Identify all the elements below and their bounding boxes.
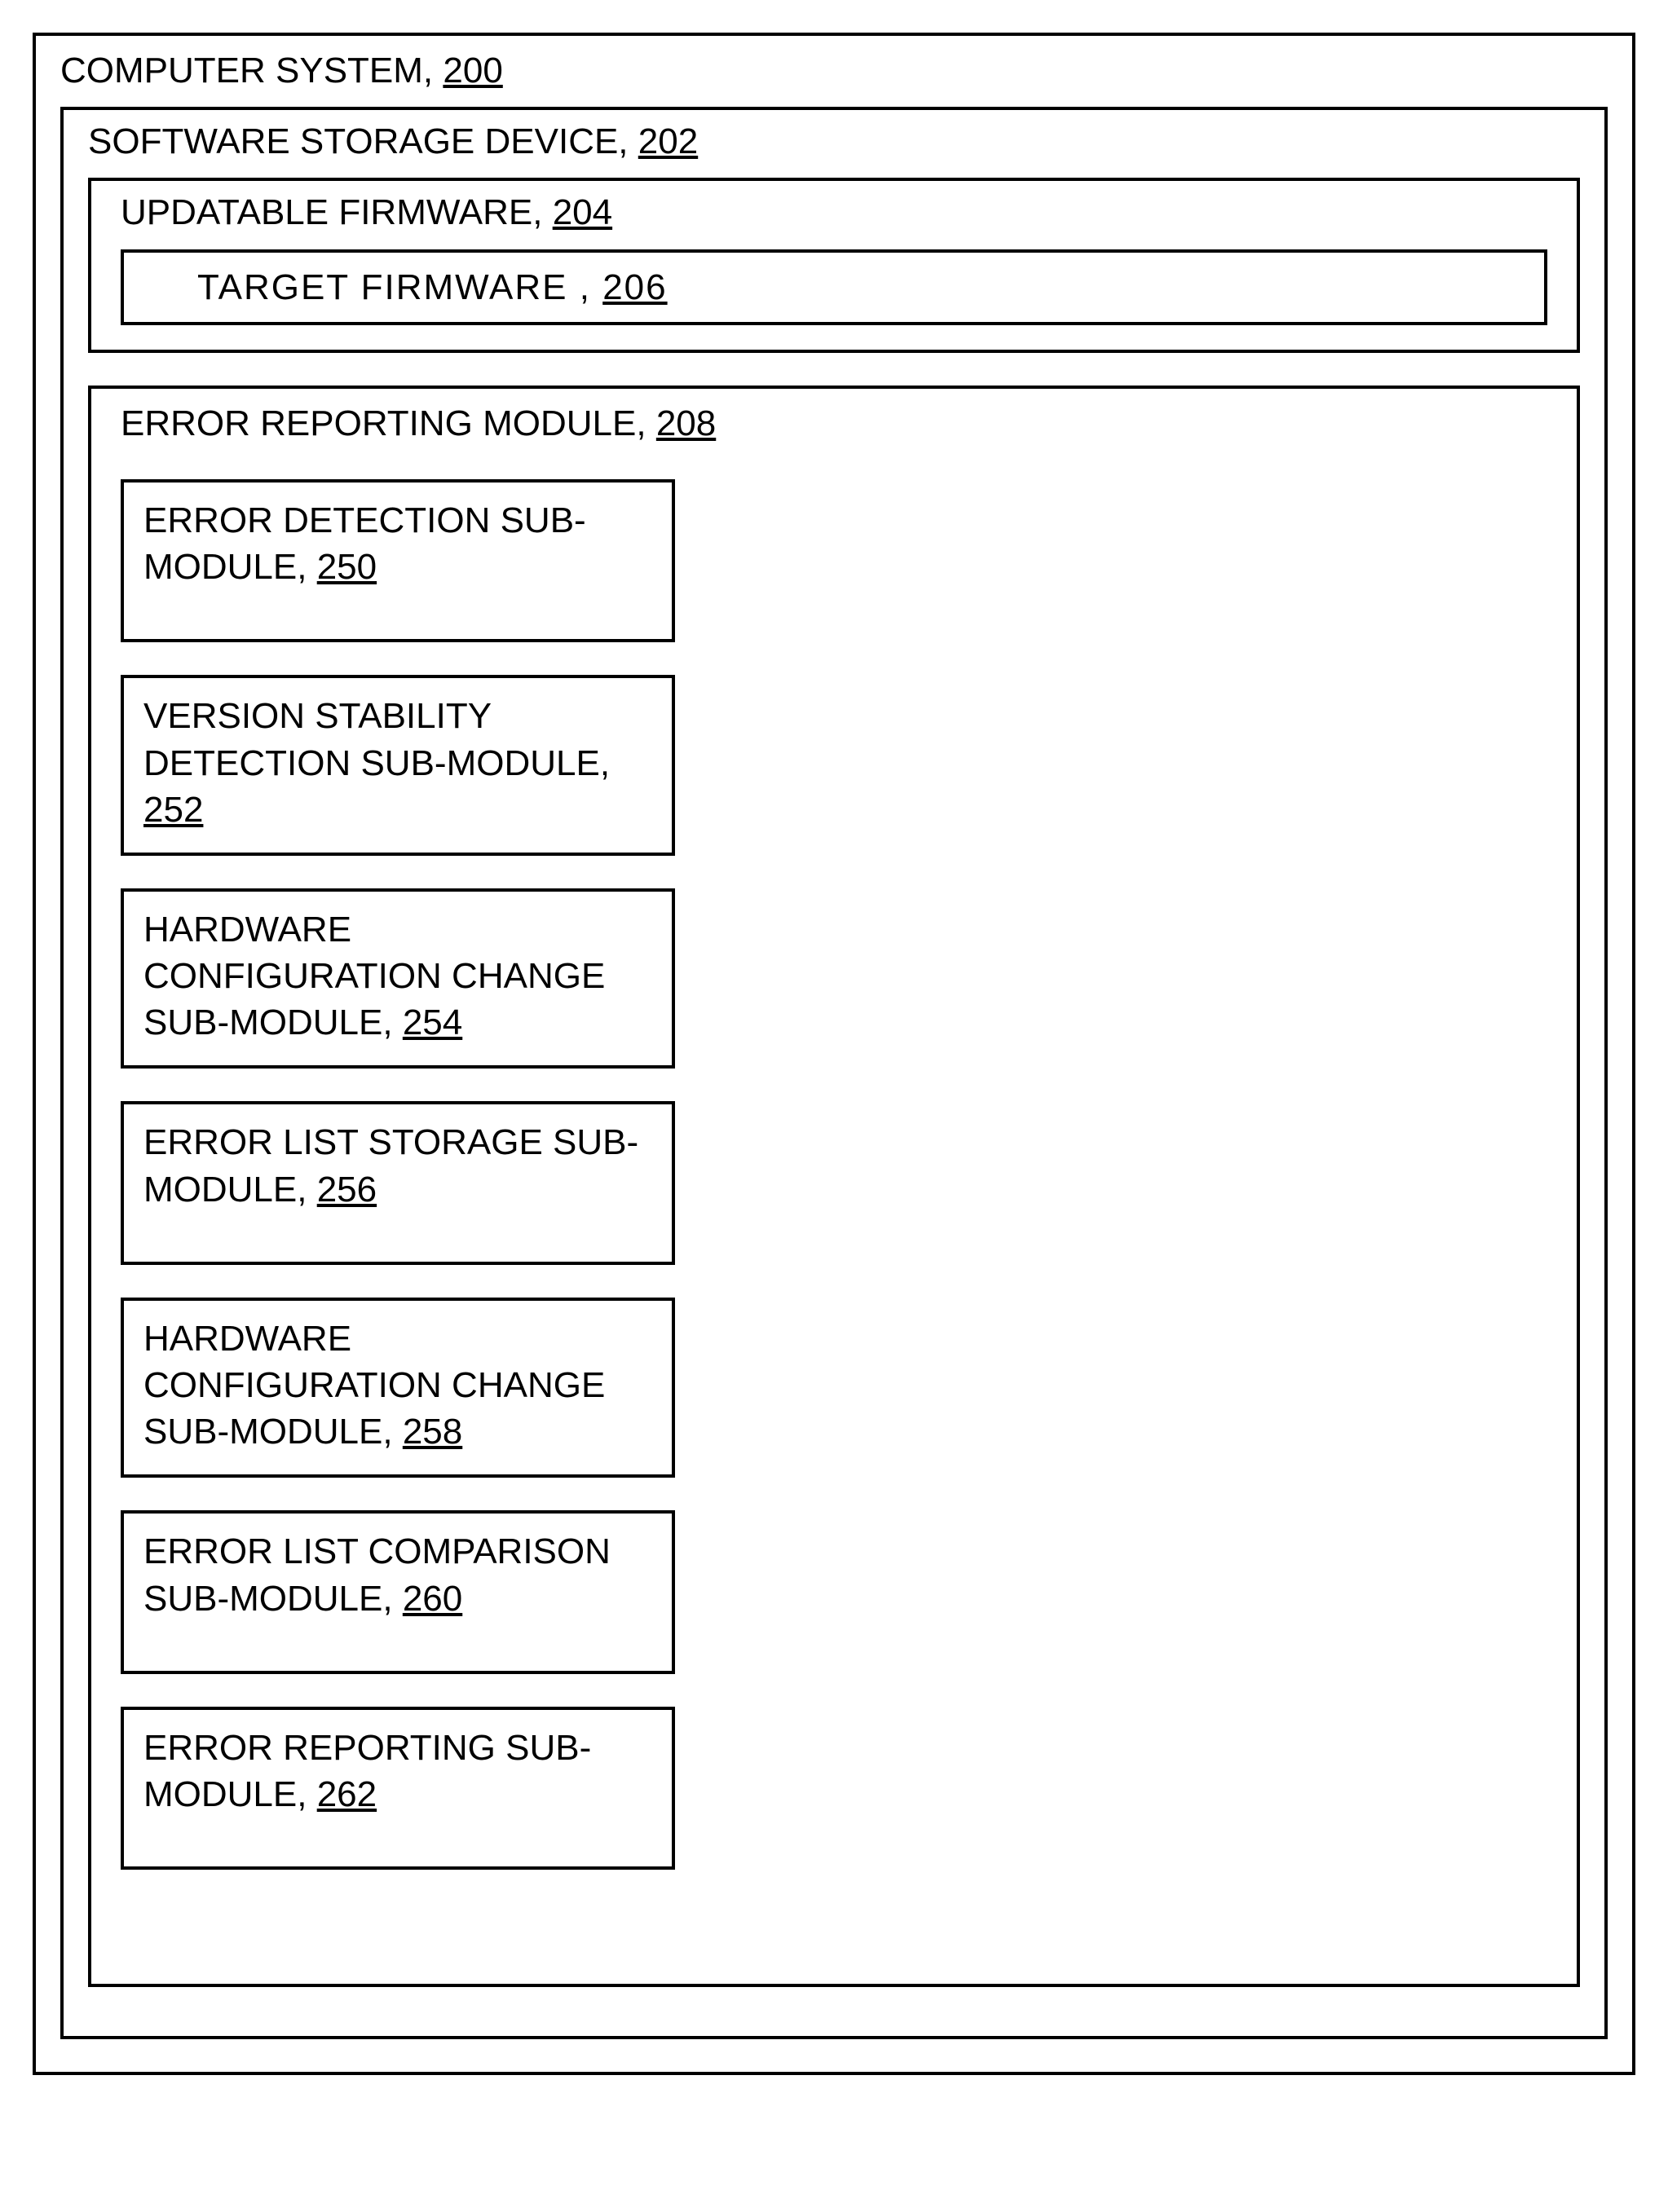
submodule-label: ERROR DETECTION SUB-MODULE, 250 xyxy=(143,497,652,590)
submodule-ref: 260 xyxy=(403,1579,462,1619)
submodule-ref: 262 xyxy=(317,1774,377,1814)
submodule-hw-config-change-2: HARDWARE CONFIGURATION CHANGE SUB-MODULE… xyxy=(121,1298,675,1478)
submodule-text: HARDWARE CONFIGURATION CHANGE SUB-MODULE… xyxy=(143,910,605,1042)
computer-system-text: COMPUTER SYSTEM, xyxy=(60,51,443,90)
storage-device-text: SOFTWARE STORAGE DEVICE, xyxy=(88,121,638,161)
computer-system-label: COMPUTER SYSTEM, 200 xyxy=(60,36,1608,94)
submodule-error-list-comparison: ERROR LIST COMPARISON SUB-MODULE, 260 xyxy=(121,1510,675,1673)
submodule-label: HARDWARE CONFIGURATION CHANGE SUB-MODULE… xyxy=(143,906,652,1047)
submodule-text: ERROR LIST STORAGE SUB-MODULE, xyxy=(143,1122,638,1209)
storage-device-label: SOFTWARE STORAGE DEVICE, 202 xyxy=(88,118,1580,165)
updatable-firmware-ref: 204 xyxy=(553,192,612,232)
submodule-ref: 256 xyxy=(317,1170,377,1210)
computer-system-ref: 200 xyxy=(443,51,502,90)
submodule-hw-config-change-1: HARDWARE CONFIGURATION CHANGE SUB-MODULE… xyxy=(121,888,675,1069)
submodule-error-detection: ERROR DETECTION SUB-MODULE, 250 xyxy=(121,479,675,642)
storage-device-ref: 202 xyxy=(638,121,698,161)
submodule-ref: 250 xyxy=(317,547,377,587)
submodule-label: ERROR LIST COMPARISON SUB-MODULE, 260 xyxy=(143,1528,652,1621)
storage-device-box: SOFTWARE STORAGE DEVICE, 202 UPDATABLE F… xyxy=(60,107,1608,2039)
submodule-ref: 252 xyxy=(143,790,203,830)
updatable-firmware-label: UPDATABLE FIRMWARE, 204 xyxy=(121,189,1547,236)
submodule-ref: 258 xyxy=(403,1412,462,1452)
submodule-text: VERSION STABILITY DETECTION SUB-MODULE, xyxy=(143,696,610,782)
updatable-firmware-text: UPDATABLE FIRMWARE, xyxy=(121,192,553,232)
target-firmware-box: TARGET FIRMWARE , 206 xyxy=(121,249,1547,325)
target-firmware-label: TARGET FIRMWARE , 206 xyxy=(197,264,1520,311)
submodule-label: HARDWARE CONFIGURATION CHANGE SUB-MODULE… xyxy=(143,1315,652,1456)
submodule-label: ERROR LIST STORAGE SUB-MODULE, 256 xyxy=(143,1119,652,1212)
submodule-text: HARDWARE CONFIGURATION CHANGE SUB-MODULE… xyxy=(143,1319,605,1452)
submodule-ref: 254 xyxy=(403,1002,462,1042)
updatable-firmware-box: UPDATABLE FIRMWARE, 204 TARGET FIRMWARE … xyxy=(88,178,1580,352)
target-firmware-text: TARGET FIRMWARE , xyxy=(197,267,602,307)
submodule-label: VERSION STABILITY DETECTION SUB-MODULE, … xyxy=(143,693,652,833)
submodule-version-stability: VERSION STABILITY DETECTION SUB-MODULE, … xyxy=(121,675,675,856)
submodule-label: ERROR REPORTING SUB-MODULE, 262 xyxy=(143,1725,652,1818)
error-reporting-module-label: ERROR REPORTING MODULE, 208 xyxy=(121,400,1547,447)
submodule-text: ERROR LIST COMPARISON SUB-MODULE, xyxy=(143,1531,611,1618)
error-reporting-module-text: ERROR REPORTING MODULE, xyxy=(121,403,656,443)
error-reporting-module-ref: 208 xyxy=(656,403,716,443)
target-firmware-ref: 206 xyxy=(602,267,667,307)
submodule-error-reporting: ERROR REPORTING SUB-MODULE, 262 xyxy=(121,1707,675,1870)
computer-system-box: COMPUTER SYSTEM, 200 SOFTWARE STORAGE DE… xyxy=(33,33,1635,2075)
error-reporting-module-box: ERROR REPORTING MODULE, 208 ERROR DETECT… xyxy=(88,386,1580,1987)
submodule-error-list-storage: ERROR LIST STORAGE SUB-MODULE, 256 xyxy=(121,1101,675,1264)
